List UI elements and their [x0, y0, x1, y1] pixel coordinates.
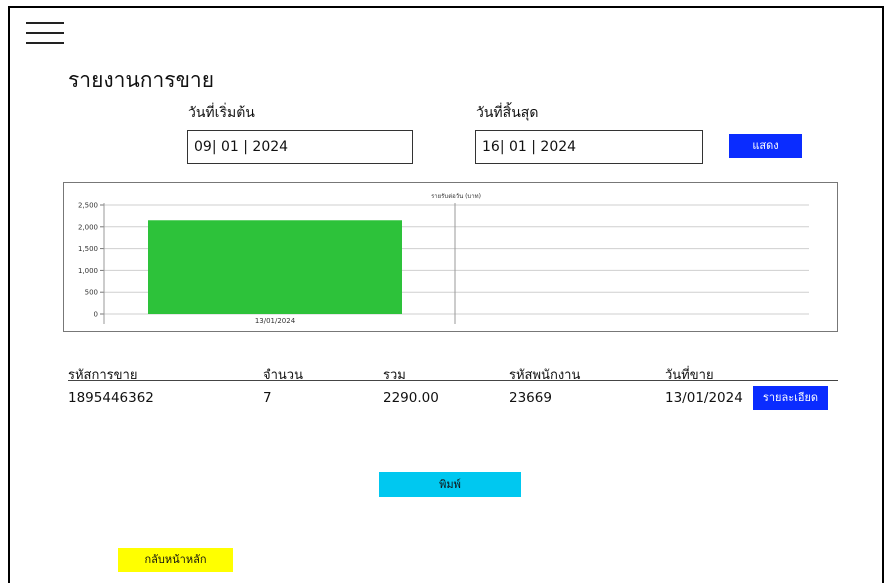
cell-employee-id: 23669 — [509, 390, 552, 406]
col-header-qty: จำนวน — [263, 368, 303, 383]
show-button[interactable]: แสดง — [729, 134, 802, 158]
x-tick-label: 13/01/2024 — [255, 317, 296, 325]
cell-sale-date: 13/01/2024 — [665, 390, 743, 406]
cell-total: 2290.00 — [383, 390, 439, 406]
cell-sale-id: 1895446362 — [68, 390, 154, 406]
cell-qty: 7 — [263, 390, 272, 406]
y-tick-label: 2,000 — [78, 223, 98, 231]
y-tick-label: 2,500 — [78, 202, 98, 210]
chart-svg: รายรับต่อวัน (บาท) 0 500 1,000 1,500 2,000 2,5… — [78, 193, 809, 325]
y-tick-label: 1,000 — [78, 267, 98, 275]
home-button[interactable]: กลับหน้าหลัก — [118, 548, 233, 572]
y-tick-label: 500 — [85, 289, 98, 297]
daily-revenue-chart: รายรับต่อวัน (บาท) 0 500 1,000 1,500 2,000 2,5… — [63, 182, 838, 332]
chart-title: รายรับต่อวัน (บาท) — [431, 193, 481, 200]
y-tick-label: 1,500 — [78, 245, 98, 253]
print-button[interactable]: พิมพ์ — [379, 472, 521, 497]
end-date-label: วันที่สิ้นสุด — [476, 105, 539, 121]
end-date-input[interactable]: 16| 01 | 2024 — [475, 130, 703, 164]
table-header-divider — [68, 380, 838, 381]
page-title: รายงานการขาย — [68, 68, 215, 92]
bar — [148, 220, 402, 314]
col-header-total: รวม — [383, 368, 406, 383]
start-date-input[interactable]: 09| 01 | 2024 — [187, 130, 413, 164]
col-header-sale-date: วันที่ขาย — [665, 368, 714, 383]
col-header-sale-id: รหัสการขาย — [68, 368, 138, 383]
detail-button[interactable]: รายละเอียด — [753, 386, 828, 410]
y-tick-label: 0 — [94, 311, 98, 319]
menu-icon[interactable] — [26, 22, 64, 46]
col-header-employee-id: รหัสพนักงาน — [509, 368, 581, 383]
start-date-label: วันที่เริ่มต้น — [188, 105, 255, 121]
